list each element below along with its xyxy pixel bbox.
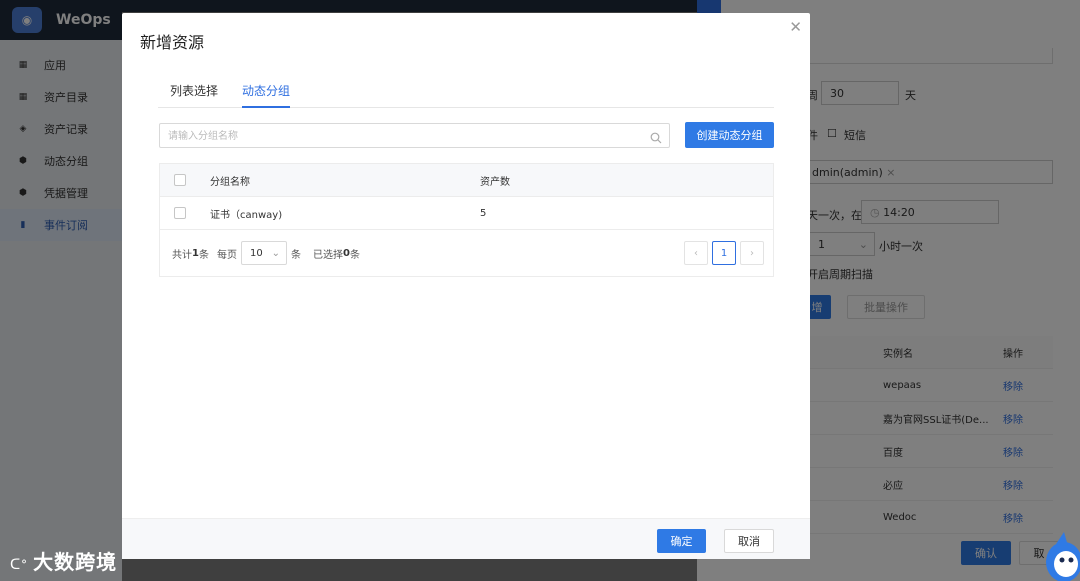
watermark-logo: ᑕᐤ 大数跨境 [10,546,117,575]
modal-tabs: 列表选择 动态分组 [158,79,774,108]
selected-count: 0 [342,247,350,259]
prev-page-button[interactable]: ‹ [684,241,708,265]
table-row[interactable]: 证书（canway) 5 [160,197,773,230]
create-dynamic-group-button[interactable]: 创建动态分组 [685,122,774,148]
search-icon[interactable] [650,129,662,148]
modal-footer: 确定 取消 [122,518,810,559]
cancel-button[interactable]: 取消 [724,529,774,553]
search-input[interactable] [160,125,640,148]
asset-count-cell: 5 [480,207,487,219]
per-page-label: 每页 [216,249,237,261]
group-search [159,123,670,148]
app-root: ◉ WeOps ▦ 应用 ▦ 资产目录 ◈ 资产记录 ⬢ 动态分组 ⬢ 凭据管理… [0,0,1080,581]
watermark-mark-icon: ᑕᐤ [10,557,34,573]
pagination: 共计 1 条 每页 10 ⌄ 条 已选择 0 条 ‹ 1 › [160,230,773,276]
next-page-button[interactable]: › [740,241,764,265]
per-page-unit: 条 [290,249,301,261]
page-number-button[interactable]: 1 [712,241,736,265]
close-icon[interactable]: ✕ [789,18,802,36]
column-header-asset-count: 资产数 [480,176,510,188]
group-name-cell: 证书（canway) [210,209,283,221]
chevron-left-icon: ‹ [694,247,698,259]
page-size-value: 10 [249,247,263,259]
chevron-right-icon: › [750,247,754,259]
chevron-down-icon: ⌄ [271,247,280,259]
column-header-group-name: 分组名称 [210,176,250,188]
tab-dynamic-group[interactable]: 动态分组 [242,79,291,108]
select-all-checkbox[interactable] [174,174,186,186]
row-checkbox[interactable] [174,207,186,219]
ok-button[interactable]: 确定 [657,529,706,553]
tab-list-select[interactable]: 列表选择 [170,79,218,108]
page-size-select[interactable]: 10 ⌄ [240,241,287,265]
add-resource-modal: 新增资源 ✕ 列表选择 动态分组 创建动态分组 分组名称 资产数 证书（canw… [122,13,810,559]
total-count: 1 [192,247,199,259]
watermark-text: 大数跨境 [33,550,118,574]
selected-prefix: 已选择 [312,249,343,261]
modal-title: 新增资源 [140,33,205,52]
selected-suffix: 条 [349,249,360,261]
group-table: 分组名称 资产数 证书（canway) 5 共计 1 条 每页 10 ⌄ 条 已… [159,163,774,277]
table-header: 分组名称 资产数 [160,164,773,197]
mascot-icon [1046,532,1080,581]
total-prefix: 共计 [172,249,192,261]
total-suffix: 条 [198,249,209,261]
